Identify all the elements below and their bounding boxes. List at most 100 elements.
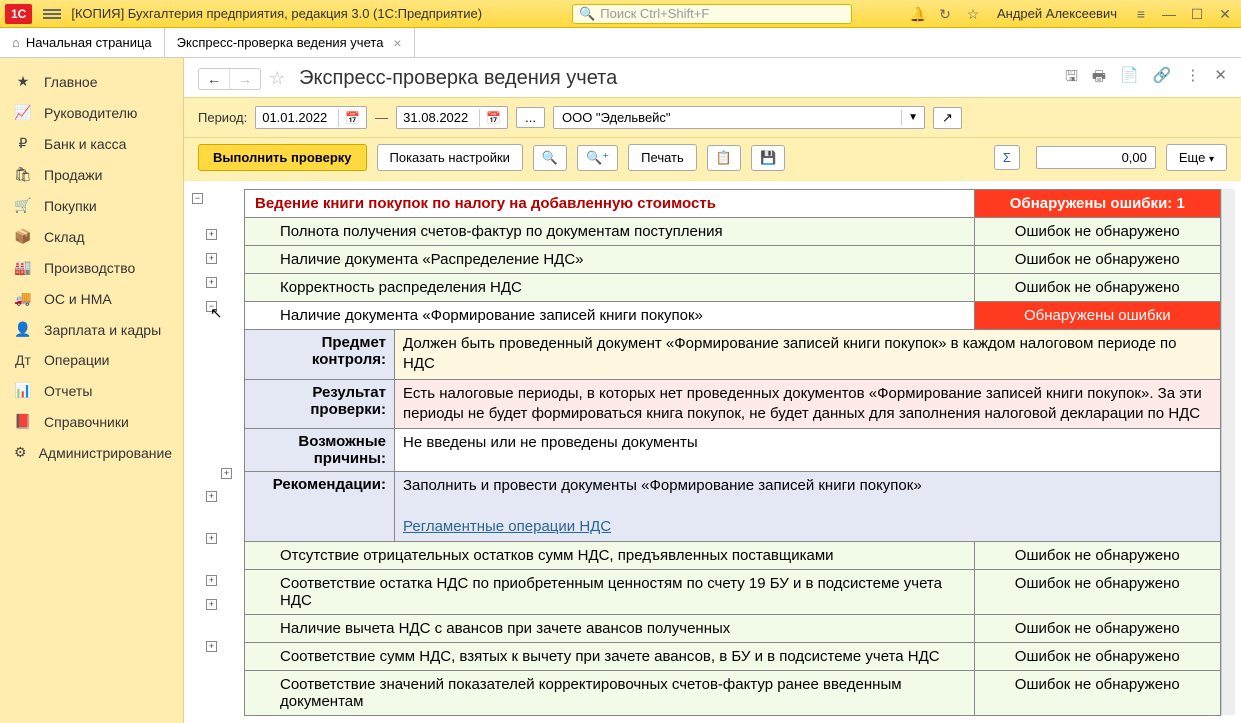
date-to-input[interactable] <box>397 107 479 128</box>
link-icon[interactable]: 🔗 <box>1153 66 1172 91</box>
nav-forward-icon[interactable]: → <box>230 69 260 89</box>
recommendation-link[interactable]: Регламентные операции НДС <box>403 518 611 535</box>
sidebar-item[interactable]: 📦Склад <box>0 221 183 252</box>
title-bar: 1C [КОПИЯ] Бухгалтерия предприятия, реда… <box>0 0 1241 28</box>
sidebar-item[interactable]: ₽Банк и касса <box>0 128 183 159</box>
sidebar-item[interactable]: ДтОперации <box>0 345 183 375</box>
tree-expand-icon[interactable]: + <box>206 277 217 288</box>
export-icon[interactable]: 📄 <box>1120 66 1139 91</box>
zoom-reset-icon[interactable]: 🔍⁺ <box>577 145 618 171</box>
sidebar-item[interactable]: ⚙Администрирование <box>0 437 183 468</box>
check-name: Наличие вычета НДС с авансов при зачете … <box>245 614 975 642</box>
detail-row: Рекомендации: Заполнить и провести докум… <box>245 472 1221 542</box>
sidebar-label: Банк и касса <box>44 136 126 152</box>
org-input[interactable] <box>554 107 901 128</box>
section-header-row: Ведение книги покупок по налогу на добав… <box>245 190 1221 218</box>
tree-expand-icon[interactable]: + <box>206 599 217 610</box>
period-picker-button[interactable]: ... <box>516 107 545 128</box>
chevron-down-icon: ▾ <box>1209 154 1214 165</box>
nav-back-icon[interactable]: ← <box>199 69 230 89</box>
sidebar-label: Справочники <box>44 414 129 430</box>
dropdown-icon[interactable]: ▼ <box>901 110 924 125</box>
sidebar-label: ОС и НМА <box>44 291 112 307</box>
tree-expand-icon[interactable]: + <box>221 468 232 479</box>
close-icon[interactable]: ✕ <box>1217 6 1233 22</box>
minimize-icon[interactable]: — <box>1161 6 1177 22</box>
sidebar-icon: 📈 <box>14 104 32 121</box>
tab-home[interactable]: ⌂ Начальная страница <box>0 28 165 57</box>
sidebar-item[interactable]: 🏭Производство <box>0 252 183 283</box>
sum-icon[interactable]: Σ <box>994 145 1020 170</box>
check-status: Ошибок не обнаружено <box>974 274 1220 302</box>
tree-expand-icon[interactable]: + <box>206 575 217 586</box>
sidebar-label: Администрирование <box>39 445 173 461</box>
sidebar-item[interactable]: 📕Справочники <box>0 406 183 437</box>
tree-expand-icon[interactable]: + <box>206 533 217 544</box>
date-from[interactable]: 📅 <box>255 106 367 129</box>
check-name: Отсутствие отрицательных остатков сумм Н… <box>245 541 975 569</box>
check-name: Соответствие остатка НДС по приобретенны… <box>245 569 975 614</box>
tree-collapse-icon[interactable]: − <box>206 301 217 312</box>
date-to[interactable]: 📅 <box>396 106 508 129</box>
tab-home-label: Начальная страница <box>26 35 152 50</box>
sidebar-item[interactable]: 🛒Покупки <box>0 190 183 221</box>
calendar-icon[interactable]: 📅 <box>338 109 366 127</box>
bell-icon[interactable]: 🔔 <box>909 6 925 22</box>
global-search[interactable]: 🔍 Поиск Ctrl+Shift+F <box>572 4 852 24</box>
kebab-icon[interactable]: ⋮ <box>1185 66 1200 91</box>
vertical-scrollbar[interactable] <box>1221 189 1235 715</box>
print-icon[interactable]: 🖶 <box>1092 66 1106 91</box>
calendar-icon[interactable]: 📅 <box>479 109 507 127</box>
tab-close-icon[interactable]: × <box>393 35 401 51</box>
save-report-icon[interactable]: 💾 <box>751 145 785 171</box>
show-settings-button[interactable]: Показать настройки <box>377 144 523 171</box>
tree-collapse-icon[interactable]: − <box>192 193 203 204</box>
sidebar-item[interactable]: ★ Главное <box>0 66 183 97</box>
tab-express-check[interactable]: Экспресс-проверка ведения учета × <box>165 28 415 57</box>
save-icon[interactable]: 🖫 <box>1065 66 1078 91</box>
sidebar-item[interactable]: 📊Отчеты <box>0 375 183 406</box>
favorite-icon[interactable]: ☆ <box>269 68 285 89</box>
page-title: Экспресс-проверка ведения учета <box>299 67 617 90</box>
sidebar-label: Производство <box>44 260 135 276</box>
run-check-button[interactable]: Выполнить проверку <box>198 144 367 171</box>
menu-icon[interactable] <box>43 7 61 21</box>
sidebar-item[interactable]: 👤Зарплата и кадры <box>0 314 183 345</box>
action-toolbar: Выполнить проверку Показать настройки 🔍 … <box>184 138 1241 181</box>
sidebar-label: Продажи <box>44 167 102 183</box>
tree-expand-icon[interactable]: + <box>206 641 217 652</box>
preview-icon[interactable]: 📋 <box>707 145 741 171</box>
sidebar-item[interactable]: 🚚ОС и НМА <box>0 283 183 314</box>
check-row: Полнота получения счетов-фактур по докум… <box>245 218 1221 246</box>
star-icon[interactable]: ☆ <box>965 6 981 22</box>
filter-icon[interactable]: ≡ <box>1133 6 1149 22</box>
history-icon[interactable]: ↻ <box>937 6 953 22</box>
search-placeholder: Поиск Ctrl+Shift+F <box>600 6 709 21</box>
close-panel-icon[interactable]: ✕ <box>1214 66 1227 91</box>
print-button[interactable]: Печать <box>628 144 697 171</box>
tree-column: − + + + − ↖ + + + + + + <box>188 189 244 715</box>
zoom-in-icon[interactable]: 🔍 <box>533 145 567 171</box>
sidebar-item[interactable]: 🛍 Продажи <box>0 159 183 190</box>
user-name[interactable]: Андрей Алексеевич <box>997 6 1117 21</box>
sidebar-item[interactable]: 📈Руководителю <box>0 97 183 128</box>
sidebar-icon: ★ <box>14 73 32 90</box>
org-select[interactable]: ▼ <box>553 106 925 129</box>
org-open-button[interactable]: ↗ <box>933 107 962 129</box>
window-title: [КОПИЯ] Бухгалтерия предприятия, редакци… <box>71 6 482 21</box>
period-toolbar: Период: 📅 — 📅 ... ▼ ↗ <box>184 97 1241 138</box>
tree-expand-icon[interactable]: + <box>206 229 217 240</box>
more-button[interactable]: Еще ▾ <box>1166 144 1227 171</box>
maximize-icon[interactable]: ☐ <box>1189 6 1205 22</box>
detail-label: Возможные причины: <box>245 429 395 472</box>
nav-arrows: ← → <box>198 68 261 90</box>
section-status: Обнаружены ошибки: 1 <box>974 190 1220 218</box>
check-row: Соответствие сумм НДС, взятых к вычету п… <box>245 642 1221 670</box>
report-area: − + + + − ↖ + + + + + + Ведение книги по… <box>184 181 1241 723</box>
date-from-input[interactable] <box>256 107 338 128</box>
sidebar-label: Главное <box>44 74 98 90</box>
tree-expand-icon[interactable]: + <box>206 491 217 502</box>
sidebar-icon: 🛍 <box>14 166 32 183</box>
detail-value: Есть налоговые периоды, в которых нет пр… <box>395 379 1221 429</box>
tree-expand-icon[interactable]: + <box>206 253 217 264</box>
